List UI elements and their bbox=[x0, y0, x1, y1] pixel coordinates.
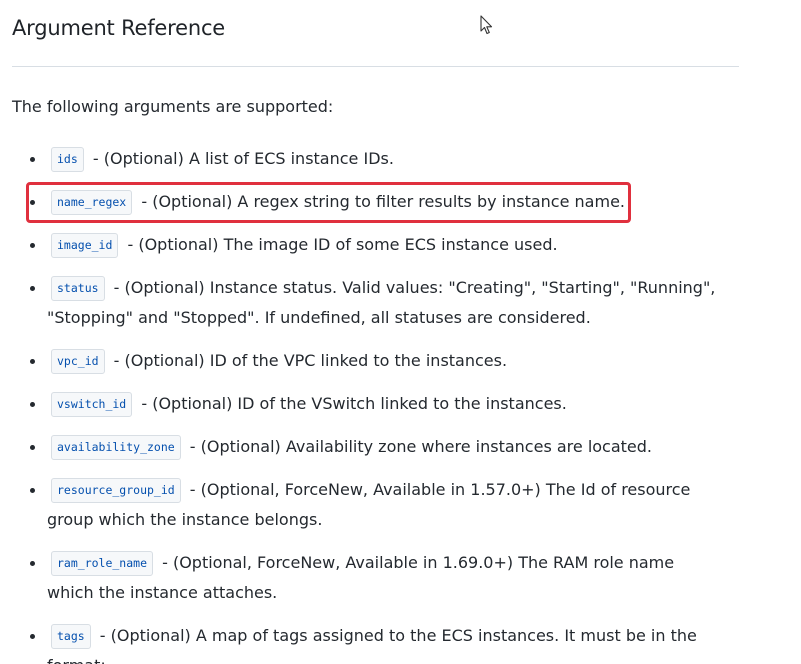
bullet bbox=[30, 561, 35, 566]
argument-description: - (Optional) A map of tags assigned to t… bbox=[47, 626, 697, 664]
bullet bbox=[30, 634, 35, 639]
argument-name: resource_group_id bbox=[51, 478, 181, 503]
bullet bbox=[30, 445, 35, 450]
bullet bbox=[30, 402, 35, 407]
bullet bbox=[30, 286, 35, 291]
bullet bbox=[30, 243, 35, 248]
argument-description: - (Optional) ID of the VPC linked to the… bbox=[113, 351, 508, 370]
argument-description: - (Optional) A list of ECS instance IDs. bbox=[92, 149, 394, 168]
argument-name: vpc_id bbox=[51, 349, 105, 374]
argument-description: - (Optional) ID of the VSwitch linked to… bbox=[141, 394, 567, 413]
intro-text: The following arguments are supported: bbox=[12, 97, 334, 116]
section-heading: Argument Reference bbox=[12, 16, 226, 40]
argument-name: ram_role_name bbox=[51, 551, 154, 576]
argument-name: vswitch_id bbox=[51, 392, 133, 417]
highlight-box bbox=[26, 182, 631, 223]
mouse-cursor-icon bbox=[480, 15, 493, 35]
argument-description: - (Optional) The image ID of some ECS in… bbox=[127, 235, 558, 254]
argument-description: - (Optional) Instance status. Valid valu… bbox=[47, 278, 716, 327]
bullet bbox=[30, 359, 35, 364]
bullet bbox=[30, 488, 35, 493]
argument-name: tags bbox=[51, 624, 91, 649]
bullet bbox=[30, 157, 35, 162]
argument-name: image_id bbox=[51, 233, 119, 258]
heading-divider bbox=[12, 66, 739, 67]
argument-name: status bbox=[51, 276, 105, 301]
argument-name: availability_zone bbox=[51, 435, 181, 460]
argument-name: ids bbox=[51, 147, 84, 172]
argument-description: - (Optional) Availability zone where ins… bbox=[189, 437, 653, 456]
